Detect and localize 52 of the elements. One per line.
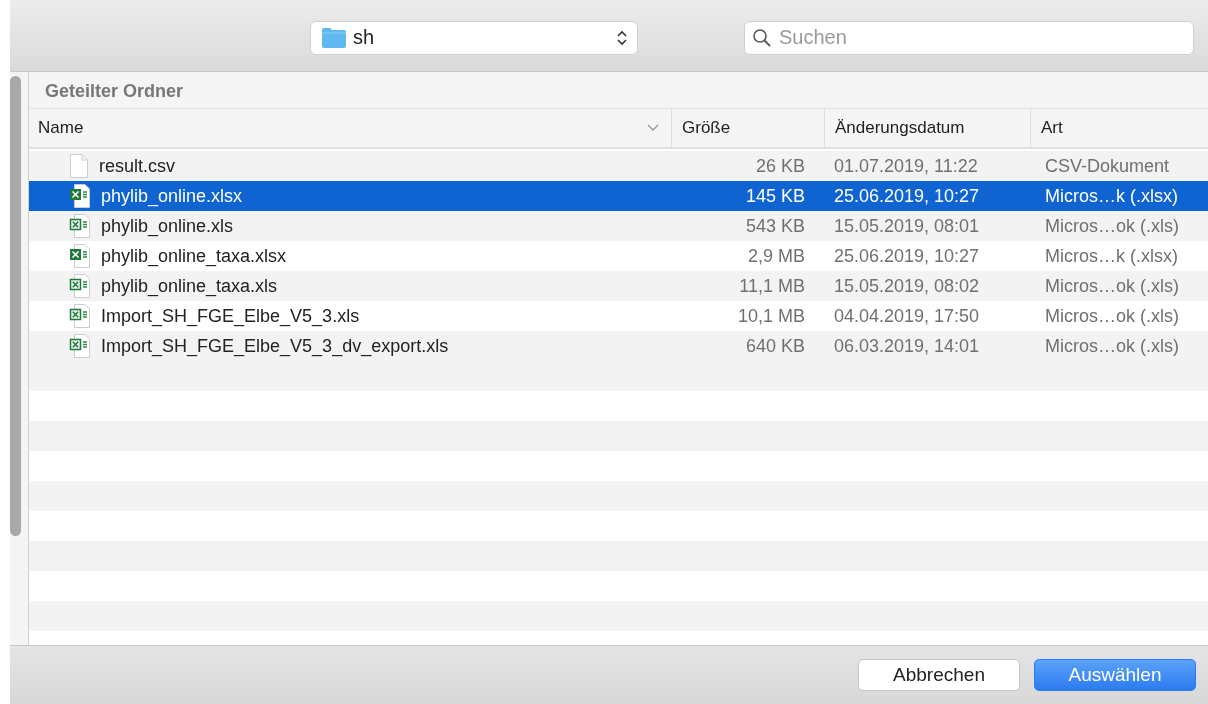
file-name: Import_SH_FGE_Elbe_V5_3.xls: [101, 305, 360, 327]
file-type: Micros…ok (.xls): [1045, 305, 1179, 327]
file-name: result.csv: [99, 155, 176, 177]
column-header[interactable]: Art: [1041, 118, 1063, 138]
modified-date: 15.05.2019, 08:01: [834, 215, 980, 237]
file-name: Import_SH_FGE_Elbe_V5_3_dv_export.xls: [101, 335, 449, 357]
spreadsheet-icon: [69, 243, 91, 269]
file-name: phylib_online.xlsx: [101, 185, 243, 207]
file-size: 11,1 MB: [739, 275, 805, 297]
folder-icon: [321, 26, 347, 49]
file-row[interactable]: result.csv 26 KB 01.07.2019, 11:22 CSV-Dokument: [29, 151, 1208, 181]
file-name: phylib_online_taxa.xls: [101, 275, 278, 297]
chevron-icon: [617, 29, 627, 46]
spreadsheet-icon: [69, 273, 91, 299]
modified-date: 15.05.2019, 08:02: [834, 275, 980, 297]
cancel-button[interactable]: Abbrechen: [858, 659, 1020, 691]
column-header[interactable]: Größe: [682, 118, 731, 138]
file-size: 145 KB: [745, 185, 805, 207]
spreadsheet-icon: [69, 333, 91, 359]
search-field[interactable]: Suchen: [744, 20, 1194, 55]
file-size: 2,9 MB: [747, 245, 805, 267]
location-popup[interactable]: sh: [310, 20, 638, 55]
file-size: 26 KB: [755, 155, 805, 177]
section-title: Geteilter Ordner: [29, 72, 1208, 109]
file-name: phylib_online.xls: [101, 215, 234, 237]
spreadsheet-icon: [69, 213, 91, 239]
location-name: sh: [353, 26, 376, 49]
modified-date: 06.03.2019, 14:01: [834, 335, 980, 357]
spreadsheet-icon: [69, 183, 91, 209]
document-icon: [69, 153, 89, 179]
file-row[interactable]: Import_SH_FGE_Elbe_V5_3_dv_export.xls 640 KB 06.03.2019, 14:01 Micros…ok (.xls): [29, 331, 1208, 361]
file-size: 640 KB: [745, 335, 805, 357]
chevron-icon[interactable]: [647, 124, 659, 132]
file-type: Micros…ok (.xls): [1045, 215, 1179, 237]
file-type: CSV-Dokument: [1045, 155, 1170, 177]
file-type: Micros…ok (.xls): [1045, 275, 1179, 297]
spreadsheet-icon: [69, 303, 91, 329]
file-row[interactable]: phylib_online_taxa.xls 11,1 MB 15.05.2019, 08:02 Micros…ok (.xls): [29, 271, 1208, 301]
file-type: Micros…k (.xlsx): [1045, 185, 1178, 207]
file-name: phylib_online_taxa.xlsx: [101, 245, 287, 267]
file-type: Micros…k (.xlsx): [1045, 245, 1178, 267]
file-row[interactable]: phylib_online.xls 543 KB 15.05.2019, 08:01 Micros…ok (.xls): [29, 211, 1208, 241]
column-header[interactable]: Name: [38, 118, 84, 138]
modified-date: 04.04.2019, 17:50: [834, 305, 980, 327]
file-row[interactable]: phylib_online.xlsx 145 KB 25.06.2019, 10:27 Micros…k (.xlsx): [29, 181, 1208, 211]
modified-date: 01.07.2019, 11:22: [834, 155, 978, 177]
modified-date: 25.06.2019, 10:27: [834, 245, 980, 267]
modified-date: 25.06.2019, 10:27: [834, 185, 980, 207]
file-size: 10,1 MB: [737, 305, 805, 327]
column-header[interactable]: Änderungsdatum: [835, 118, 965, 138]
file-type: Micros…ok (.xls): [1045, 335, 1179, 357]
file-size: 543 KB: [745, 215, 805, 237]
